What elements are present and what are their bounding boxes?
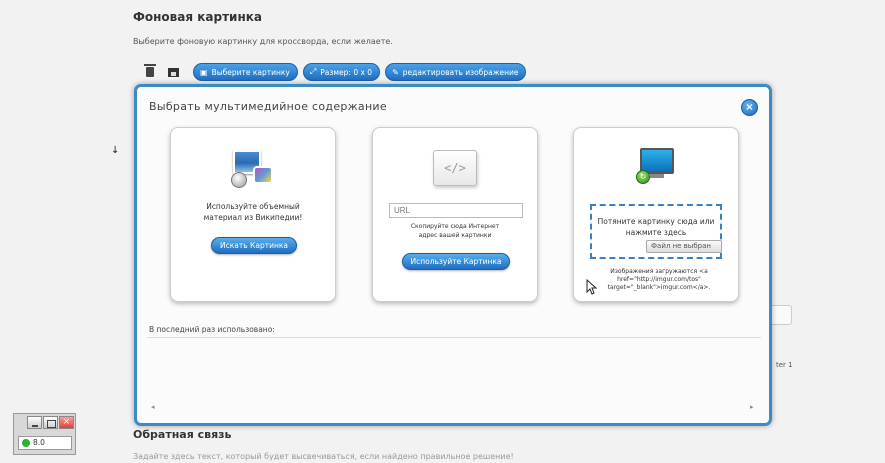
wikipedia-text: Используйте объемный материал из Википед… xyxy=(203,202,303,222)
url-card: </> Скопируйте сюда Интернет адрес вашей… xyxy=(372,127,538,302)
minimize-button[interactable] xyxy=(27,416,42,429)
size-button[interactable]: ⤢ Размер: 0 x 0 xyxy=(302,63,381,81)
status-value: 8.0 xyxy=(33,438,45,447)
close-button[interactable]: × xyxy=(741,99,758,116)
section-title: Фоновая картинка xyxy=(133,10,262,24)
image-icon: ▣ xyxy=(200,67,208,77)
scroll-left-arrow[interactable]: ◂ xyxy=(151,403,155,411)
edit-image-label: редактировать изображение xyxy=(402,67,519,77)
divider xyxy=(147,337,761,338)
media-modal: Выбрать мультимедийное содержание × Испо… xyxy=(134,84,772,426)
drop-zone-text: Потяните картинку сюда или нажмите здесь xyxy=(597,217,715,237)
maximize-button[interactable] xyxy=(43,416,58,429)
file-input[interactable]: Файл не выбран xyxy=(646,240,722,253)
monitor-upload-icon: ↻ xyxy=(636,146,676,186)
section-description: Выберите фоновую картинку для кроссворда… xyxy=(133,37,393,46)
url-instruction: Скопируйте сюда Интернет адрес вашей кар… xyxy=(410,223,500,239)
status-dot-icon xyxy=(22,439,30,447)
side-text: ter 1 xyxy=(776,361,793,369)
drop-zone[interactable]: Потяните картинку сюда или нажмите здесь… xyxy=(590,204,722,259)
mini-window: × 8.0 xyxy=(13,413,76,455)
imgur-notice: Изображения загружаются <a href="http://… xyxy=(607,268,711,291)
feedback-title: Обратная связь xyxy=(133,428,232,441)
image-icon[interactable] xyxy=(168,67,179,77)
size-label: Размер: 0 x 0 xyxy=(320,67,373,77)
modal-title: Выбрать мультимедийное содержание xyxy=(149,100,387,113)
code-icon: </> xyxy=(433,150,477,186)
url-input[interactable] xyxy=(389,203,523,218)
edit-image-button[interactable]: ✎ редактировать изображение xyxy=(385,63,527,81)
resize-icon: ⤢ xyxy=(309,67,317,76)
wikipedia-card: Используйте объемный материал из Википед… xyxy=(170,127,336,302)
upload-card: ↻ Потяните картинку сюда или нажмите зде… xyxy=(573,127,739,302)
status-indicator: 8.0 xyxy=(18,436,72,450)
trash-icon[interactable] xyxy=(144,64,156,77)
down-arrow-icon: ↓ xyxy=(111,145,120,156)
recent-label: В последний раз использовано: xyxy=(149,325,275,334)
image-toolbar: ▣ Выберите картинку ⤢ Размер: 0 x 0 ✎ ре… xyxy=(140,63,531,81)
edit-icon: ✎ xyxy=(392,67,399,77)
feedback-description: Задайте здесь текст, который будет высве… xyxy=(133,452,514,461)
choose-image-label: Выберите картинку xyxy=(211,67,290,77)
use-image-button[interactable]: Используйте Картинка xyxy=(402,253,510,270)
close-window-button[interactable]: × xyxy=(59,416,74,429)
scroll-right-arrow[interactable]: ▸ xyxy=(750,403,754,411)
search-image-button[interactable]: Искать Картинка xyxy=(211,237,297,254)
wikipedia-media-icon xyxy=(231,148,275,190)
choose-image-button[interactable]: ▣ Выберите картинку xyxy=(193,63,298,81)
